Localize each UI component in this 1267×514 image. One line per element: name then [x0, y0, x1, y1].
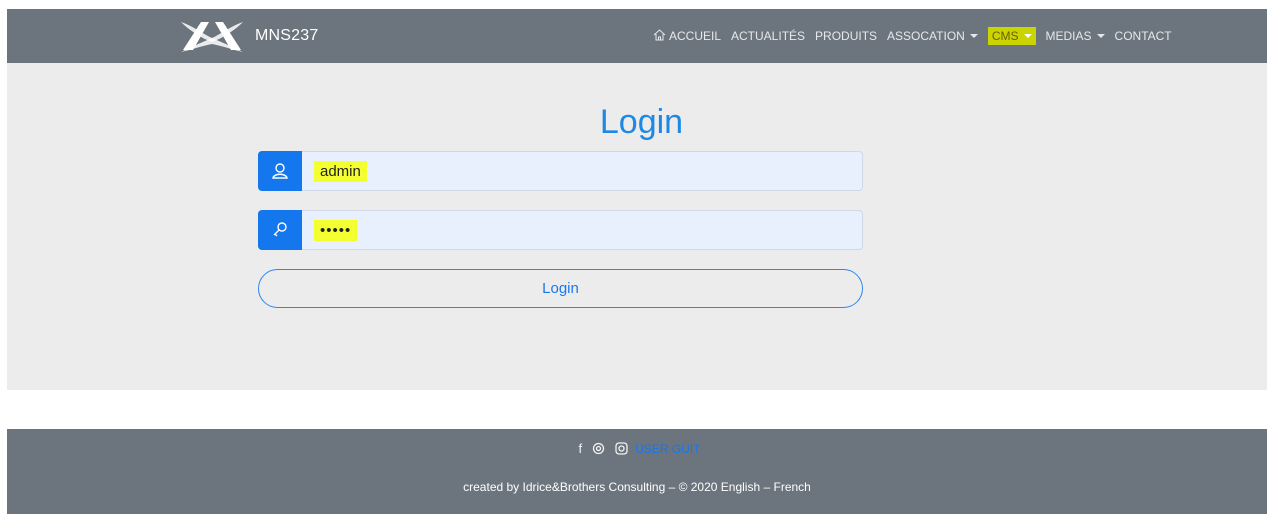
password-group: •••••: [258, 210, 863, 250]
nav-actualites-label: ACTUALITÉS: [731, 29, 806, 43]
nav-medias-label: MEDIAS: [1045, 29, 1092, 43]
brand-link[interactable]: MNS237: [179, 11, 318, 61]
instagram-icon[interactable]: [615, 442, 628, 455]
password-input[interactable]: •••••: [302, 210, 863, 250]
caret-down-icon: [1096, 34, 1105, 38]
nav-association-dropdown[interactable]: ASSOCATION: [887, 29, 978, 43]
user-icon: [258, 151, 302, 191]
user-guide-link[interactable]: USER GUIT: [635, 442, 700, 456]
nav-accueil-label: ACCUEIL: [669, 29, 722, 43]
nav-contact[interactable]: CONTACT: [1115, 29, 1172, 43]
brand-name: MNS237: [255, 27, 319, 44]
nav-accueil[interactable]: ACCUEIL: [653, 28, 722, 44]
logo-icon: [181, 22, 243, 52]
footer-credits: created by Idrice&Brothers Consulting – …: [463, 480, 811, 494]
caret-down-icon: [1023, 34, 1032, 38]
nav-cms-label: CMS: [991, 29, 1019, 43]
caret-down-icon: [969, 34, 978, 38]
nav-produits-label: PRODUITS: [815, 29, 878, 43]
password-value: •••••: [314, 219, 358, 241]
google-icon[interactable]: [592, 442, 605, 455]
login-section: Login admin ••••• Login: [7, 63, 1267, 390]
footer: f USER GUIT created by Idrice&Brothers C…: [7, 429, 1267, 514]
main-nav: ACCUEIL ACTUALITÉS PRODUITS ASSOCATION C…: [653, 9, 1182, 63]
nav-contact-label: CONTACT: [1114, 29, 1172, 43]
username-input[interactable]: admin: [302, 151, 863, 191]
nav-actualites[interactable]: ACTUALITÉS: [731, 29, 805, 43]
key-icon: [258, 210, 302, 250]
footer-social-links: f USER GUIT: [7, 441, 1267, 456]
top-navbar: MNS237 ACCUEIL ACTUALITÉS PRODUITS ASSOC…: [7, 9, 1267, 63]
home-icon: [653, 28, 666, 44]
nav-cms-dropdown[interactable]: CMS: [987, 27, 1036, 45]
nav-association-label: ASSOCATION: [887, 29, 965, 43]
username-value: admin: [314, 160, 367, 182]
facebook-icon[interactable]: f: [579, 441, 583, 456]
username-group: admin: [258, 151, 863, 191]
nav-medias-dropdown[interactable]: MEDIAS: [1046, 29, 1105, 43]
login-button[interactable]: Login: [258, 269, 863, 308]
nav-produits[interactable]: PRODUITS: [815, 29, 877, 43]
page-title: Login: [599, 103, 684, 141]
